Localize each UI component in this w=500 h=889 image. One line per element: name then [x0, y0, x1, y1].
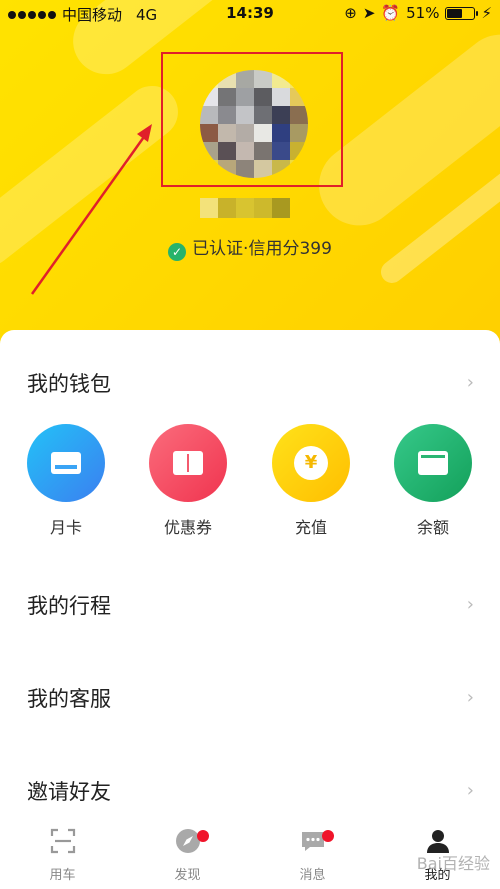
- wallet-row[interactable]: 我的钱包 ›: [0, 356, 500, 406]
- wallet-item-label: 余额: [416, 518, 449, 537]
- verification-status: ✓ 已认证·信用分399: [0, 234, 500, 261]
- wallet-item-label: 优惠券: [163, 518, 212, 537]
- chevron-right-icon: ›: [466, 594, 474, 615]
- customer-service-row[interactable]: 我的客服 ›: [0, 671, 500, 721]
- invite-friends-row[interactable]: 邀请好友 ›: [0, 764, 500, 814]
- tab-label: 消息: [299, 868, 326, 883]
- scan-icon: [50, 828, 76, 854]
- wallet-item-monthly-card[interactable]: 月卡: [16, 424, 116, 538]
- wallet-item-coupon[interactable]: 优惠券: [138, 424, 238, 538]
- credit-score-text: 已认证·信用分399: [192, 239, 332, 259]
- wallet-item-balance[interactable]: 余额: [383, 424, 483, 538]
- verified-check-icon: ✓: [168, 243, 187, 261]
- card-icon: [51, 452, 81, 474]
- wallet-icon: [418, 451, 448, 475]
- tab-ride[interactable]: 用车: [0, 828, 125, 883]
- trips-title: 我的行程: [27, 594, 111, 618]
- message-icon: [300, 828, 334, 854]
- wallet-shortcuts: 月卡 优惠券 ¥ 充值 余额: [0, 424, 500, 544]
- wallet-item-label: 月卡: [49, 518, 82, 537]
- wallet-item-label: 充值: [294, 518, 327, 537]
- chevron-right-icon: ›: [466, 687, 474, 708]
- yen-coin-icon: ¥: [294, 446, 328, 480]
- chevron-right-icon: ›: [466, 780, 474, 801]
- chevron-right-icon: ›: [466, 372, 474, 393]
- wallet-title: 我的钱包: [27, 372, 111, 396]
- tab-messages[interactable]: 消息: [250, 828, 375, 883]
- annotation-highlight-box: [161, 52, 343, 187]
- wallet-item-recharge[interactable]: ¥ 充值: [261, 424, 361, 538]
- notification-badge: [321, 830, 334, 842]
- notification-badge: [196, 830, 209, 842]
- profile-header: 中国移动 4G 14:39 ⊕ ➤ ⏰ 51% ⚡ ✓ 已认证·信用分399: [0, 0, 500, 360]
- customer-service-title: 我的客服: [27, 687, 111, 711]
- compass-icon: [175, 828, 209, 854]
- tab-discover[interactable]: 发现: [125, 828, 250, 883]
- avatar[interactable]: [200, 70, 308, 178]
- trips-row[interactable]: 我的行程 ›: [0, 578, 500, 628]
- invite-friends-title: 邀请好友: [27, 780, 111, 804]
- tab-label: 发现: [174, 868, 201, 883]
- watermark: Bai百经验: [416, 854, 490, 873]
- tab-label: 用车: [49, 868, 76, 883]
- username-blurred: [200, 198, 290, 218]
- menu-card: 我的钱包 › 月卡 优惠券 ¥ 充值 余额 我的行程 › 我的客服 › 邀请好友…: [0, 330, 500, 889]
- coupon-icon: [173, 451, 203, 475]
